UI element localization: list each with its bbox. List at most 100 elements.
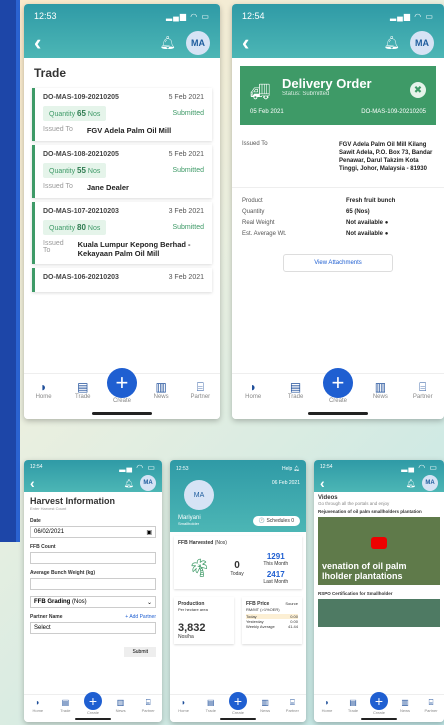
avatar[interactable]: MA	[184, 480, 214, 510]
plus-icon: +	[228, 692, 247, 710]
tab-news[interactable]: ▥ News	[110, 698, 132, 713]
status-bar: 12:53 ▂▄▆ ◠ ▭	[24, 4, 220, 28]
production-panel: Production Per hectare area 3,832 Nos/ha	[174, 597, 234, 644]
grading-dropdown[interactable]: FFB Grading (Nos) ⌄	[30, 596, 156, 608]
profile-header: 12:53 Help 🔔︎ 06 Feb 2021 MA Mariyani Smal…	[170, 460, 306, 532]
trade-card[interactable]: DO-MAS-109-20210205 5 Feb 2021 Quantity 6…	[32, 88, 212, 141]
video-player[interactable]: venation of oil palm lholder plantations	[318, 517, 440, 585]
close-icon[interactable]: ✖	[410, 82, 426, 98]
back-arrow-icon[interactable]: ‹	[30, 476, 50, 490]
do-status: Status: Submitted	[282, 91, 330, 97]
tab-partner[interactable]: ⌸ Partner	[420, 698, 442, 713]
home-icon: ◗	[324, 698, 330, 707]
nav-bar: ‹ 🔔︎ MA	[24, 28, 220, 58]
view-attachments-button[interactable]: View Attachments	[283, 254, 393, 273]
bell-icon[interactable]: 🔔︎	[383, 35, 400, 51]
document-icon: ▤	[77, 380, 89, 394]
play-icon[interactable]	[371, 537, 387, 550]
issued-to: Jane Dealer	[86, 183, 129, 192]
tab-partner[interactable]: ⌸ Partner	[281, 698, 303, 713]
nav-bar: ‹ 🔔︎ MA	[314, 474, 444, 492]
ffb-harvested-panel: FFB Harvested (Nos) 🌴︎ 0 Today 1291 This M…	[174, 536, 302, 589]
partner-select[interactable]: Select	[30, 622, 156, 634]
avatar[interactable]: MA	[140, 475, 156, 491]
trade-card[interactable]: DO-MAS-107-20210203 3 Feb 2021 Quantity 8…	[32, 202, 212, 264]
tab-news[interactable]: ▥ News	[143, 380, 179, 400]
page-subtitle: Enter Harvest Count	[30, 506, 67, 511]
avatar[interactable]: MA	[422, 475, 438, 491]
schedules-button[interactable]: 🕑 Schedules 0	[252, 516, 300, 526]
tab-news[interactable]: ▥ News	[362, 380, 398, 400]
abw-field[interactable]	[30, 578, 156, 590]
bell-icon[interactable]: 🔔︎	[159, 35, 176, 51]
trade-screen: 12:53 ▂▄▆ ◠ ▭ ‹ 🔔︎ MA Trade DO-MAS-109-2…	[24, 4, 220, 419]
plus-icon: +	[322, 368, 353, 398]
add-partner-link[interactable]: + Add Partner	[125, 614, 156, 620]
tab-create[interactable]: + Create	[104, 368, 140, 404]
status-text: Submitted	[172, 167, 204, 174]
tab-create[interactable]: + Create	[227, 692, 249, 715]
document-icon: ▤	[349, 698, 357, 707]
tab-trade[interactable]: ▤ Trade	[200, 698, 222, 713]
bell-icon[interactable]: 🔔︎	[406, 479, 416, 488]
tab-news[interactable]: ▥ News	[394, 698, 416, 713]
nav-bar: ‹ 🔔︎ MA	[24, 474, 162, 492]
home-indicator	[220, 718, 256, 720]
tab-home[interactable]: ◗ Home	[316, 698, 338, 713]
tab-trade[interactable]: ▤ Trade	[54, 698, 76, 713]
bell-icon[interactable]: 🔔︎	[124, 479, 134, 488]
card-date: 5 Feb 2021	[168, 151, 204, 158]
video-title: Rejuvenation of oil palm smallholders pl…	[318, 509, 422, 514]
do-title: Delivery Order	[282, 76, 372, 91]
delivery-order-screen: 12:54 ▂▄▆ ◠ ▭ ‹ 🔔︎ MA 🚚︎ Delivery Order …	[232, 4, 444, 419]
avatar[interactable]: MA	[186, 31, 210, 55]
back-arrow-icon[interactable]: ‹	[242, 32, 262, 54]
info-icon[interactable]: ●	[385, 220, 389, 226]
info-icon[interactable]: ●	[385, 231, 389, 237]
trade-card[interactable]: DO-MAS-108-20210205 5 Feb 2021 Quantity 5…	[32, 145, 212, 198]
user-role: Smallholder	[178, 521, 200, 526]
tab-create[interactable]: + Create	[368, 692, 390, 715]
abw-label: Average Bunch Weight (kg)	[30, 570, 96, 576]
tab-create[interactable]: + Create	[82, 692, 104, 715]
tab-partner[interactable]: ⌸ Partner	[405, 380, 441, 400]
home-icon: ◗	[39, 380, 48, 394]
avatar[interactable]: MA	[410, 31, 434, 55]
home-screen: 12:53 Help 🔔︎ 06 Feb 2021 MA Mariyani Smal…	[170, 460, 306, 722]
calendar-icon: ▣	[146, 529, 152, 536]
tab-trade[interactable]: ▤ Trade	[65, 380, 101, 400]
tab-partner[interactable]: ⌸ Partner	[182, 380, 218, 400]
video-title: RSPO Certification for Smallholder	[318, 591, 393, 596]
tab-create[interactable]: + Create	[320, 368, 356, 404]
app-header: 12:54 ▂▄ ◠ ▭ ‹ 🔔︎ MA	[24, 460, 162, 492]
briefcase-icon: ⌸	[428, 698, 434, 707]
tab-home[interactable]: ◗ Home	[173, 698, 195, 713]
trade-card[interactable]: DO-MAS-106-20210203 3 Feb 2021	[32, 268, 212, 292]
briefcase-icon: ⌸	[419, 380, 427, 394]
book-icon: ▥	[116, 698, 125, 707]
submit-button[interactable]: Submit	[124, 647, 156, 657]
issued-label: Issued To	[43, 126, 73, 133]
tab-home[interactable]: ◗ Home	[27, 698, 49, 713]
ffb-count-field[interactable]	[30, 552, 156, 564]
date-field[interactable]: 06/02/2021 ▣	[30, 526, 156, 538]
book-icon: ▥	[374, 380, 387, 394]
tab-news[interactable]: ▥ News	[254, 698, 276, 713]
briefcase-icon: ⌸	[196, 380, 204, 394]
details-section: Product Fresh fruit bunch Quantity 65 (Nos…	[232, 187, 444, 246]
briefcase-icon: ⌸	[145, 698, 151, 707]
back-arrow-icon[interactable]: ‹	[34, 32, 54, 54]
tab-trade[interactable]: ▤ Trade	[342, 698, 364, 713]
do-number: DO-MAS-106-20210203	[43, 274, 119, 281]
clock: 12:53	[34, 11, 57, 21]
home-indicator	[92, 412, 152, 415]
tab-home[interactable]: ◗ Home	[235, 380, 271, 400]
back-arrow-icon[interactable]: ‹	[320, 476, 340, 490]
tab-partner[interactable]: ⌸ Partner	[137, 698, 159, 713]
tab-home[interactable]: ◗ Home	[26, 380, 62, 400]
page-title: Harvest Information	[30, 496, 116, 506]
ffb-count-label: FFB Count	[30, 544, 56, 550]
video-player[interactable]	[318, 599, 440, 627]
help-link[interactable]: Help 🔔︎	[282, 466, 300, 472]
tab-trade[interactable]: ▤ Trade	[278, 380, 314, 400]
